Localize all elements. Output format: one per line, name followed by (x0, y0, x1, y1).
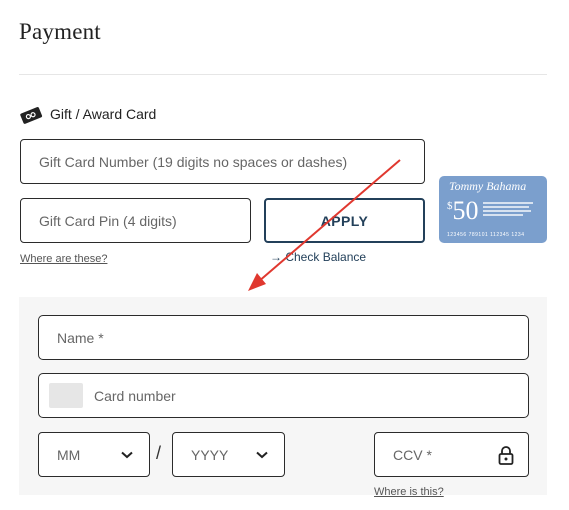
expiry-year-placeholder: YYYY (191, 446, 229, 463)
chevron-down-icon (121, 451, 133, 458)
chevron-down-icon (256, 451, 268, 458)
expiry-year-select[interactable]: YYYY (172, 432, 285, 477)
ccv-placeholder: CCV * (393, 446, 432, 463)
gift-card-number-input[interactable]: Gift Card Number (19 digits no spaces or… (20, 139, 425, 184)
card-brand-icon (49, 383, 83, 408)
card-fine-print (483, 200, 543, 218)
card-brand: Tommy Bahama (449, 179, 527, 193)
gift-card-section-label: Gift / Award Card (50, 106, 157, 122)
card-number-input[interactable]: Card number (38, 373, 529, 418)
expiry-month-select[interactable]: MM (38, 432, 150, 477)
card-number-print: 123456 789101 112345 1234 (447, 232, 525, 238)
card-number-placeholder: Card number (94, 387, 176, 404)
name-input[interactable]: Name * (38, 315, 529, 360)
page-title: Payment (19, 19, 101, 44)
apply-button[interactable]: APPLY (264, 198, 425, 243)
check-balance-label: Check Balance (285, 250, 367, 264)
check-balance-link[interactable]: → Check Balance (270, 250, 366, 264)
gift-card-icon (20, 107, 43, 124)
where-are-these-link[interactable]: Where are these? (20, 253, 107, 265)
lock-icon (498, 445, 514, 465)
card-amount: $50 (447, 196, 479, 225)
expiry-separator: / (156, 443, 162, 463)
gift-card-number-placeholder: Gift Card Number (19 digits no spaces or… (39, 153, 348, 170)
where-is-this-link[interactable]: Where is this? (374, 486, 444, 498)
gift-card-image: Tommy Bahama $50 123456 789101 112345 12… (439, 176, 547, 243)
gift-card-pin-placeholder: Gift Card Pin (4 digits) (39, 212, 177, 229)
arrow-right-icon: → (270, 250, 282, 264)
ccv-input[interactable]: CCV * (374, 432, 529, 477)
gift-card-pin-input[interactable]: Gift Card Pin (4 digits) (20, 198, 251, 243)
expiry-month-placeholder: MM (57, 446, 81, 463)
divider (19, 74, 547, 75)
name-placeholder: Name * (57, 329, 104, 346)
